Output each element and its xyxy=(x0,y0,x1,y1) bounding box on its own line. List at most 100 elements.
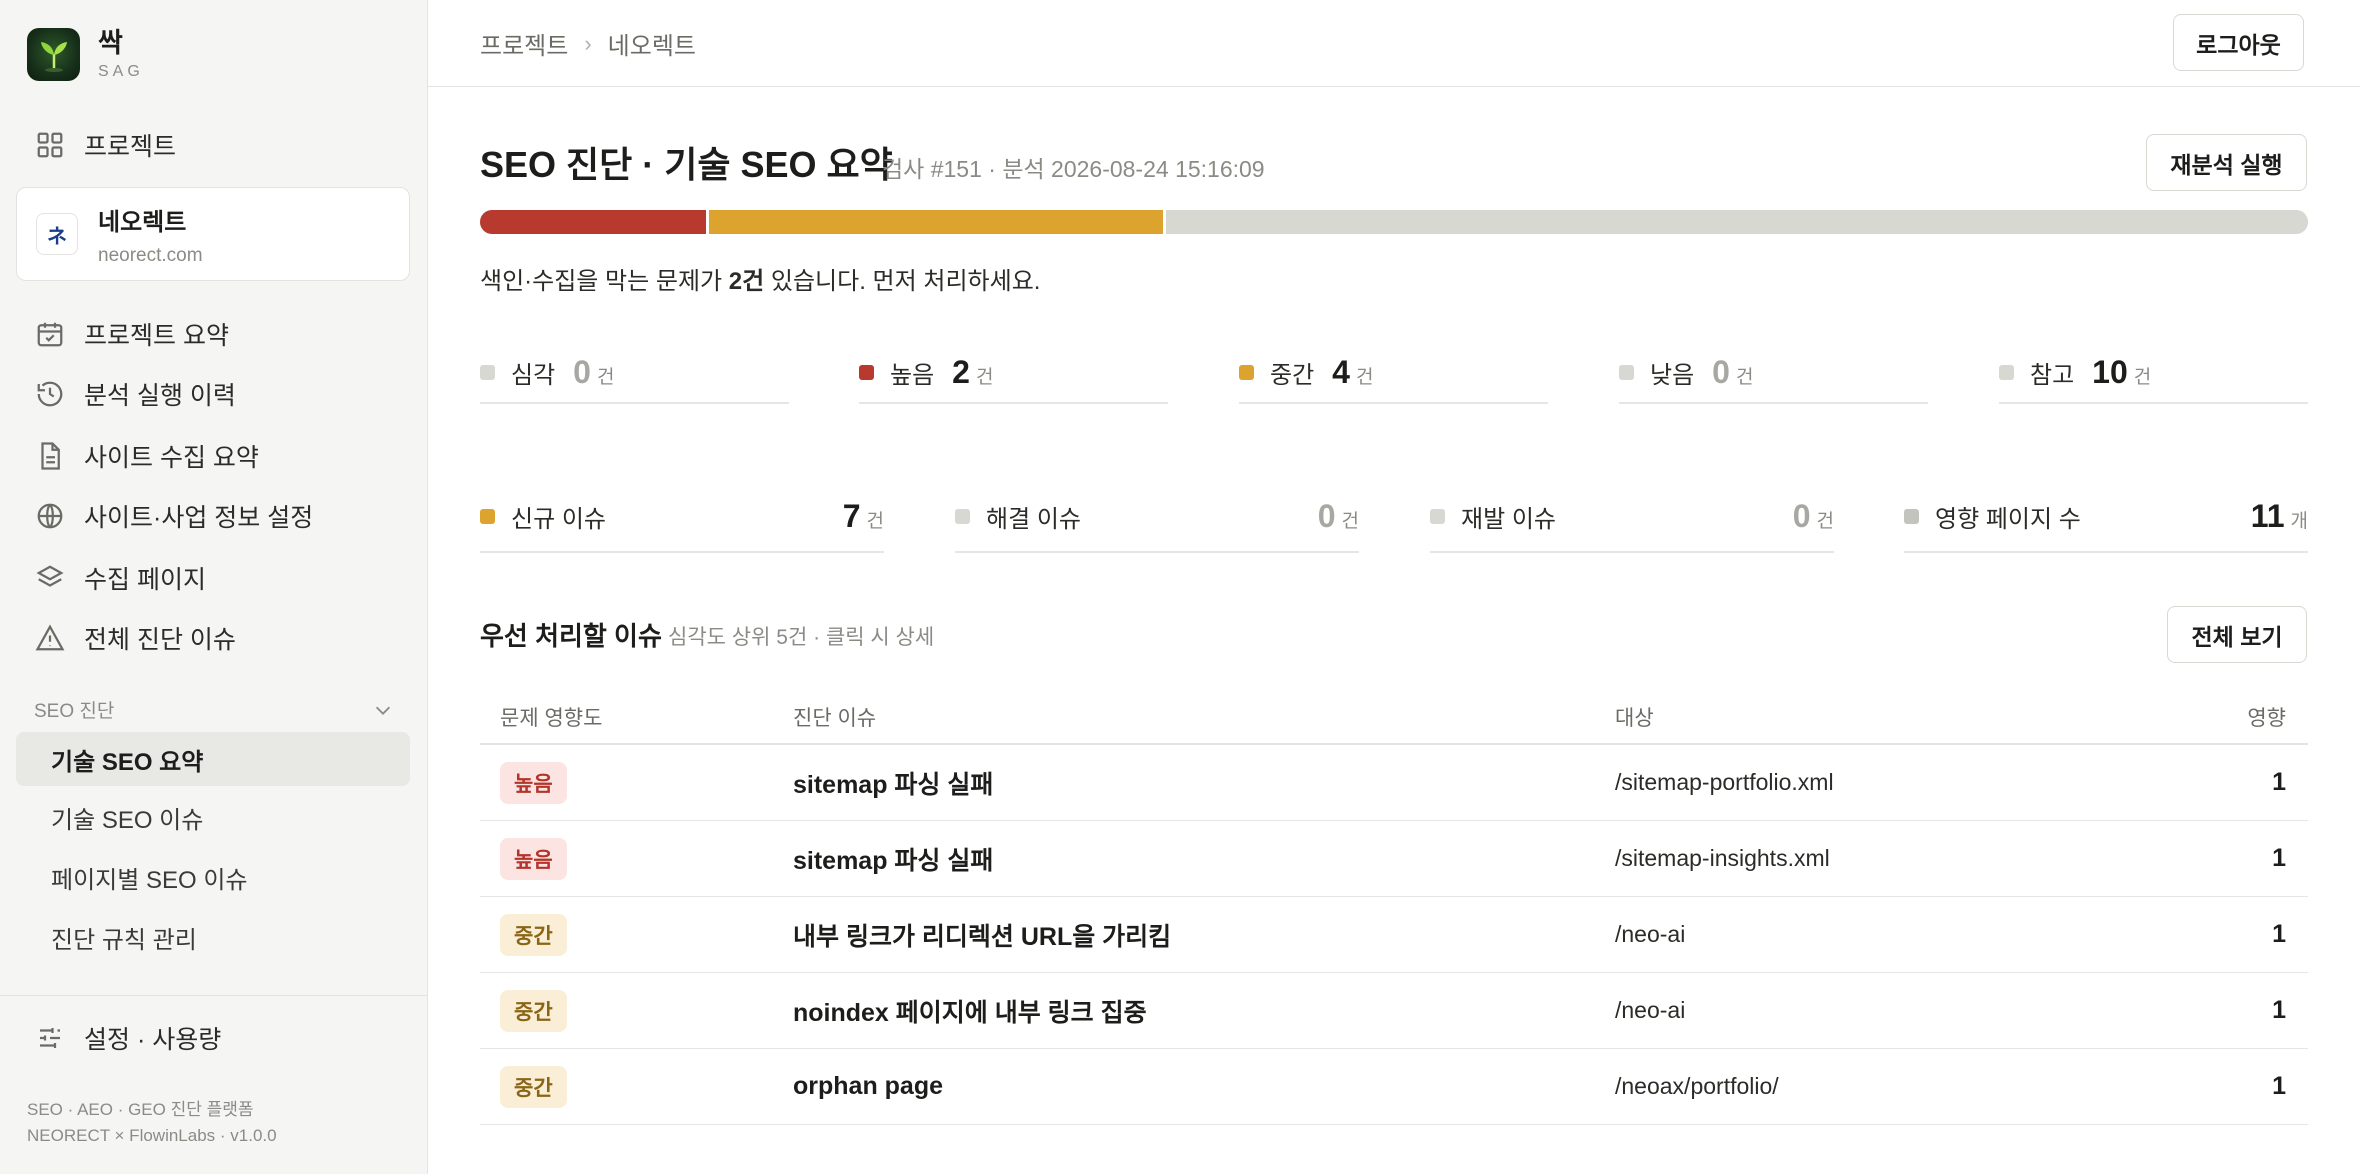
summary-pre: 색인·수집을 막는 문제가 xyxy=(480,268,729,295)
nav-project-summary[interactable]: 프로젝트 요약 xyxy=(34,312,229,356)
stat-label: 높음 xyxy=(890,361,935,389)
stat-label: 심각 xyxy=(511,361,556,389)
issue-target: /neo-ai xyxy=(1615,921,1686,947)
view-all-button[interactable]: 전체 보기 xyxy=(2167,606,2307,663)
issue-name: orphan page xyxy=(793,1072,944,1100)
metric-new-issues: 신규 이슈 7 건 xyxy=(480,482,884,553)
stat-high: 높음 2 건 xyxy=(859,342,1168,404)
breadcrumb-current-project[interactable]: 네오렉트 xyxy=(608,26,696,61)
priority-issues-subtitle: 심각도 상위 5건 · 클릭 시 상세 xyxy=(668,626,935,649)
document-icon xyxy=(34,440,66,472)
summary-post: 있습니다. 먼저 처리하세요. xyxy=(764,268,1041,295)
nav-crawl-summary-label: 사이트 수집 요약 xyxy=(84,444,259,472)
rerun-analysis-button[interactable]: 재분석 실행 xyxy=(2146,134,2307,191)
grid-icon xyxy=(34,129,66,161)
metric-affected-pages: 영향 페이지 수 11 개 xyxy=(1904,482,2308,553)
stat-unit: 건 xyxy=(2133,366,2152,388)
nav-site-settings[interactable]: 사이트·사업 정보 설정 xyxy=(34,494,313,538)
summary-message: 색인·수집을 막는 문제가 2건 있습니다. 먼저 처리하세요. xyxy=(480,261,1040,296)
issue-target: /neo-ai xyxy=(1615,997,1686,1023)
severity-dot-icon xyxy=(1999,364,2014,380)
sliders-icon xyxy=(34,1022,66,1054)
brand-name: 싹 xyxy=(98,28,123,58)
breadcrumb: 프로젝트 › 네오렉트 xyxy=(480,26,696,61)
summary-count: 2건 xyxy=(728,268,765,295)
topbar: 프로젝트 › 네오렉트 로그아웃 xyxy=(428,0,2360,87)
stat-low: 낮음 0 건 xyxy=(1619,342,1928,404)
nav-run-history-label: 분석 실행 이력 xyxy=(84,382,236,410)
sub-item-tech-seo-issues[interactable]: 기술 SEO 이슈 xyxy=(16,790,410,844)
logout-button[interactable]: 로그아웃 xyxy=(2173,14,2304,71)
nav-settings-usage-label: 설정 · 사용량 xyxy=(84,1026,222,1054)
breadcrumb-separator-icon: › xyxy=(584,30,592,56)
sub-item-tech-seo-summary[interactable]: 기술 SEO 요약 xyxy=(16,732,410,786)
issue-name: sitemap 파싱 실패 xyxy=(793,770,994,799)
nav-settings-usage[interactable]: 설정 · 사용량 xyxy=(34,1016,221,1060)
issue-target: /sitemap-insights.xml xyxy=(1615,845,1830,871)
sub-item-rule-management[interactable]: 진단 규칙 관리 xyxy=(16,910,410,964)
stat-unit: 건 xyxy=(1355,366,1374,388)
project-domain: neorect.com xyxy=(98,244,203,266)
table-row[interactable]: 중간 orphan page /neoax/portfolio/ 1 xyxy=(480,1049,2308,1125)
warning-icon xyxy=(34,622,66,654)
metric-value: 11 xyxy=(2250,498,2285,534)
table-row[interactable]: 높음 sitemap 파싱 실패 /sitemap-insights.xml 1 xyxy=(480,821,2308,897)
nav-crawl-summary[interactable]: 사이트 수집 요약 xyxy=(34,434,259,478)
stat-label: 낮음 xyxy=(1650,361,1695,389)
sprout-logo-icon xyxy=(27,27,80,81)
nav-run-history[interactable]: 분석 실행 이력 xyxy=(34,372,236,416)
brand[interactable]: 싹 SAG xyxy=(27,27,144,81)
issue-target: /sitemap-portfolio.xml xyxy=(1615,769,1834,795)
project-logo-icon: ネ xyxy=(36,213,78,255)
project-name: 네오렉트 xyxy=(98,208,187,236)
severity-bar-segment xyxy=(480,210,709,234)
section-seo-diagnosis-label: SEO 진단 xyxy=(34,701,115,722)
history-icon xyxy=(34,378,66,410)
stat-medium: 중간 4 건 xyxy=(1239,342,1548,404)
table-header: 문제 영향도 진단 이슈 대상 영향 xyxy=(480,690,2308,745)
severity-badge: 높음 xyxy=(500,761,567,804)
sidebar-divider xyxy=(0,995,428,996)
stat-value: 0 xyxy=(573,353,591,390)
nav-crawled-pages-label: 수집 페이지 xyxy=(84,566,206,594)
nav-projects-label: 프로젝트 xyxy=(84,133,177,161)
status-dot-icon xyxy=(1430,509,1445,524)
current-project-card[interactable]: ネ 네오렉트 neorect.com xyxy=(16,187,410,281)
brand-subtitle: SAG xyxy=(98,63,144,80)
nav-projects[interactable]: 프로젝트 xyxy=(34,123,176,167)
metric-unit: 건 xyxy=(1341,511,1359,532)
sidebar-footer-version: NEORECT × FlowinLabs · v1.0.0 xyxy=(27,1126,277,1145)
globe-icon xyxy=(34,500,66,532)
status-dot-icon xyxy=(1904,509,1919,524)
table-row[interactable]: 중간 noindex 페이지에 내부 링크 집중 /neo-ai 1 xyxy=(480,973,2308,1049)
severity-bar-segment xyxy=(1165,210,2308,234)
severity-dot-icon xyxy=(1239,364,1254,380)
sub-item-page-seo-issues[interactable]: 페이지별 SEO 이슈 xyxy=(16,850,410,904)
breadcrumb-projects[interactable]: 프로젝트 xyxy=(480,26,568,61)
sub-item-label: 진단 규칙 관리 xyxy=(51,926,197,954)
issue-name: sitemap 파싱 실패 xyxy=(793,846,994,875)
page-title: SEO 진단 · 기술 SEO 요약 xyxy=(480,144,893,185)
sidebar: 싹 SAG 프로젝트 ネ 네오렉트 neorect.com 프로젝트 요약 분석… xyxy=(0,0,428,1174)
nav-crawled-pages[interactable]: 수집 페이지 xyxy=(34,556,206,600)
nav-all-issues[interactable]: 전체 진단 이슈 xyxy=(34,616,236,660)
table-row[interactable]: 높음 sitemap 파싱 실패 /sitemap-portfolio.xml … xyxy=(480,745,2308,821)
scan-meta: 검사 #151 · 분석 2026-08-24 15:16:09 xyxy=(882,156,1265,182)
table-row[interactable]: 중간 내부 링크가 리디렉션 URL을 가리킴 /neo-ai 1 xyxy=(480,897,2308,973)
section-seo-diagnosis[interactable]: SEO 진단 xyxy=(34,696,394,723)
stat-unit: 건 xyxy=(975,366,994,388)
nav-project-summary-label: 프로젝트 요약 xyxy=(84,322,229,350)
metric-unit: 건 xyxy=(866,511,884,532)
metric-label: 해결 이슈 xyxy=(986,506,1081,533)
column-header-impact: 영향 xyxy=(2247,706,2286,730)
stat-label: 참고 xyxy=(2030,361,2075,389)
sub-item-label: 페이지별 SEO 이슈 xyxy=(51,866,248,894)
issue-impact: 1 xyxy=(2272,844,2286,872)
stat-critical: 심각 0 건 xyxy=(480,342,789,404)
chevron-down-icon xyxy=(375,706,391,715)
layers-icon xyxy=(34,562,66,594)
status-dot-icon xyxy=(955,509,970,524)
metric-value: 7 xyxy=(842,498,861,534)
column-header-issue: 진단 이슈 xyxy=(793,706,877,730)
metric-value: 0 xyxy=(1792,498,1811,534)
